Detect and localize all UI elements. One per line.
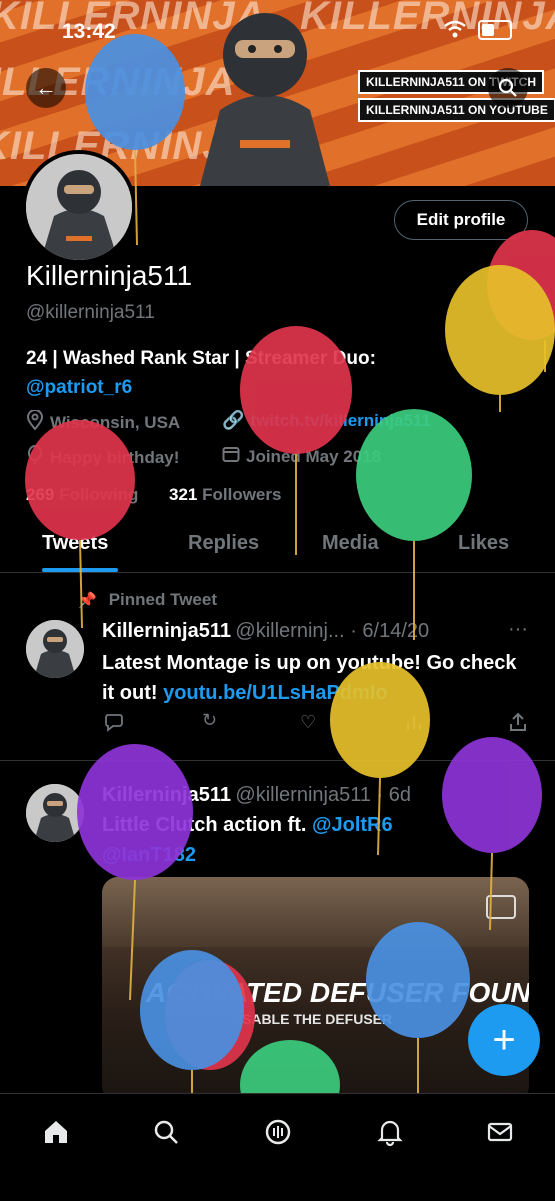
search-icon[interactable]: [488, 68, 528, 108]
battery-icon: [478, 20, 512, 40]
tweet-header: Killerninja511 @killerninja511 · 6d: [102, 784, 411, 807]
tweet-avatar[interactable]: [26, 620, 84, 678]
edit-profile-button[interactable]: Edit profile: [394, 200, 528, 240]
notifications-bell-icon[interactable]: [372, 1114, 408, 1150]
profile-bio: 24 | Washed Rank Star | Streamer Duo: @p…: [26, 344, 526, 402]
followers-label: Followers: [202, 485, 282, 504]
compose-tweet-button[interactable]: +: [468, 1004, 540, 1076]
more-options-icon[interactable]: ···: [508, 618, 528, 641]
video-overlay-title: ACTIVATED DEFUSER FOUND: [146, 977, 529, 1008]
joined-text: Joined May 2018: [246, 446, 382, 466]
wifi-icon: [444, 20, 466, 43]
tweet-link[interactable]: youtu.be/U1LsHaPdmIo: [163, 682, 387, 704]
tab-media[interactable]: Media: [322, 532, 379, 555]
tweet-media-video[interactable]: ACTIVATED DEFUSER FOUND DISABLE THE DEFU…: [102, 877, 529, 1102]
tweet-text: Little Clutch action ft. @JoltR6 @IanT18…: [102, 810, 522, 870]
location-text: Wisconsin, USA: [50, 412, 181, 432]
retweet-icon[interactable]: ↻: [202, 710, 217, 731]
bio-mention-link[interactable]: @patriot_r6: [26, 373, 526, 402]
mention-link[interactable]: @IanT182: [102, 844, 196, 866]
following-count[interactable]: 269 Following: [26, 485, 138, 505]
home-icon[interactable]: [38, 1114, 74, 1150]
balloon: [356, 409, 472, 640]
captions-icon[interactable]: [486, 895, 516, 919]
tab-replies[interactable]: Replies: [188, 532, 259, 555]
location: Wisconsin, USA: [26, 409, 181, 435]
share-icon[interactable]: [508, 712, 528, 737]
tweet-handle-date: @killerninj... · 6/14/20: [235, 620, 430, 642]
website[interactable]: 🔗 twitch.tv/killerninja511: [222, 410, 431, 431]
pin-icon: 📌: [78, 592, 97, 609]
back-arrow-icon[interactable]: ←: [26, 68, 66, 108]
location-pin-icon: [26, 409, 44, 435]
followers-count[interactable]: 321 Followers: [169, 485, 281, 505]
tweet-header: Killerninja511 @killerninj... · 6/14/20: [102, 620, 429, 643]
birthday: Happy birthday!: [26, 445, 179, 470]
banner-tag-youtube: KILLERNINJA511 ON YOUTUBE: [358, 98, 555, 122]
tab-likes[interactable]: Likes: [458, 532, 509, 555]
tweet-avatar[interactable]: [26, 784, 84, 842]
joined-date: Joined May 2018: [222, 445, 381, 468]
profile-avatar[interactable]: [22, 150, 136, 264]
search-icon[interactable]: [148, 1114, 184, 1150]
calendar-icon: [222, 445, 240, 468]
following-number: 269: [26, 485, 55, 504]
video-overlay-subtitle: DISABLE THE DEFUSER: [228, 1011, 393, 1027]
tab-tweets[interactable]: Tweets: [42, 532, 108, 555]
messages-envelope-icon[interactable]: [482, 1114, 518, 1150]
birthday-text: Happy birthday!: [50, 447, 180, 467]
ninja-illustration: [200, 13, 330, 186]
divider: [0, 572, 555, 573]
reply-icon[interactable]: [104, 712, 124, 737]
display-name: Killerninja511: [26, 260, 193, 291]
divider: [0, 760, 555, 761]
tweet-author[interactable]: Killerninja511: [102, 784, 231, 806]
tweet-body: Little Clutch action ft.: [102, 814, 307, 836]
followers-number: 321: [169, 485, 198, 504]
pinned-label: Pinned Tweet: [108, 590, 217, 609]
bio-text: 24 | Washed Rank Star | Streamer Duo:: [26, 348, 376, 369]
status-time: 13:42: [62, 20, 116, 43]
website-link[interactable]: twitch.tv/killerninja511: [250, 411, 430, 431]
spaces-icon[interactable]: [260, 1114, 296, 1150]
tweet-text: Latest Montage is up on youtube! Go chec…: [102, 648, 522, 708]
following-label: Following: [59, 485, 139, 504]
tweet-author[interactable]: Killerninja511: [102, 620, 231, 642]
mention-link[interactable]: @JoltR6: [312, 814, 393, 836]
analytics-icon[interactable]: [404, 712, 424, 737]
like-icon[interactable]: ♡: [300, 712, 316, 733]
pinned-indicator: 📌 Pinned Tweet: [78, 590, 217, 610]
profile-handle: @killerninja511: [26, 302, 155, 323]
balloon-icon: [26, 445, 44, 470]
link-icon: 🔗: [222, 410, 245, 430]
bottom-navigation: [0, 1093, 555, 1201]
tweet-handle-date: @killerninja511 · 6d: [235, 784, 411, 806]
video-ceiling: [102, 877, 529, 947]
